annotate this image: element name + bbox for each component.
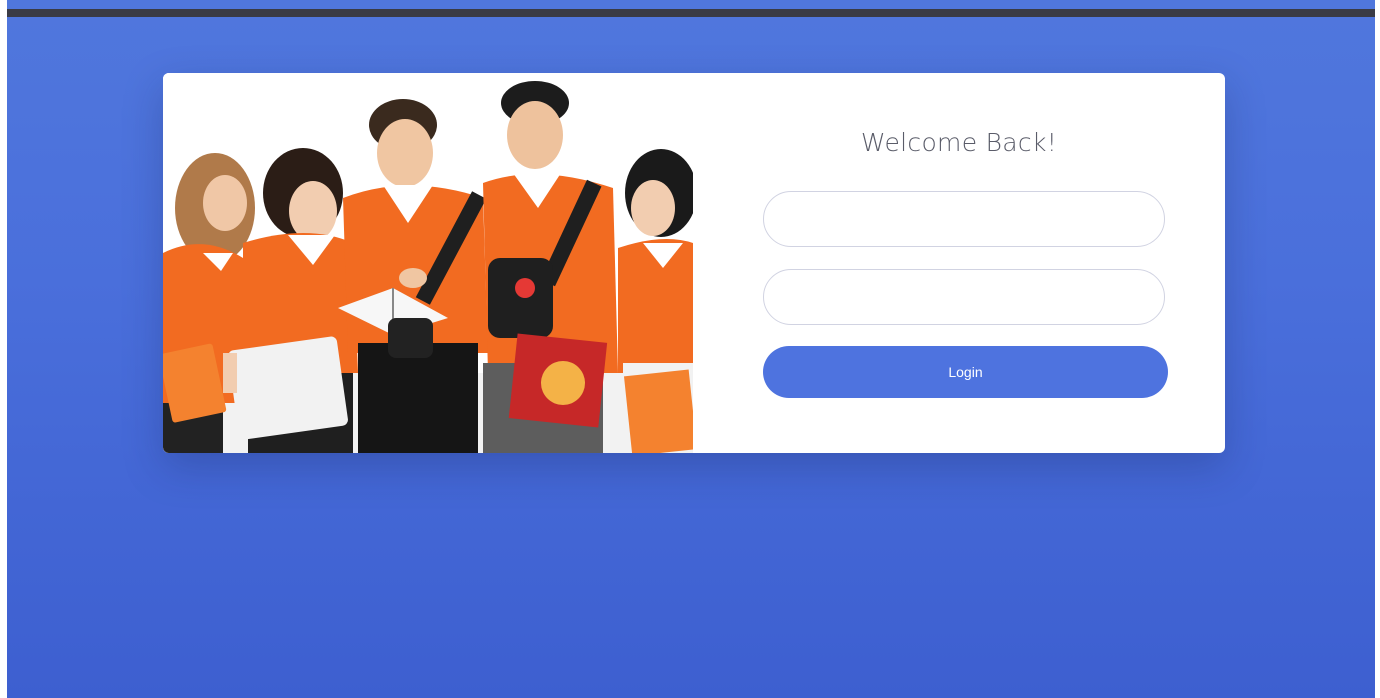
welcome-heading: Welcome Back! <box>860 128 1058 157</box>
top-bar <box>7 9 1375 17</box>
login-form: Welcome Back! Login <box>693 73 1225 453</box>
students-photo <box>163 73 693 453</box>
students-illustration <box>163 73 693 453</box>
password-input[interactable] <box>763 269 1165 325</box>
login-card: Welcome Back! Login <box>163 73 1225 453</box>
login-button[interactable]: Login <box>763 346 1168 398</box>
username-input[interactable] <box>763 191 1165 247</box>
page-background: Welcome Back! Login <box>7 0 1375 698</box>
